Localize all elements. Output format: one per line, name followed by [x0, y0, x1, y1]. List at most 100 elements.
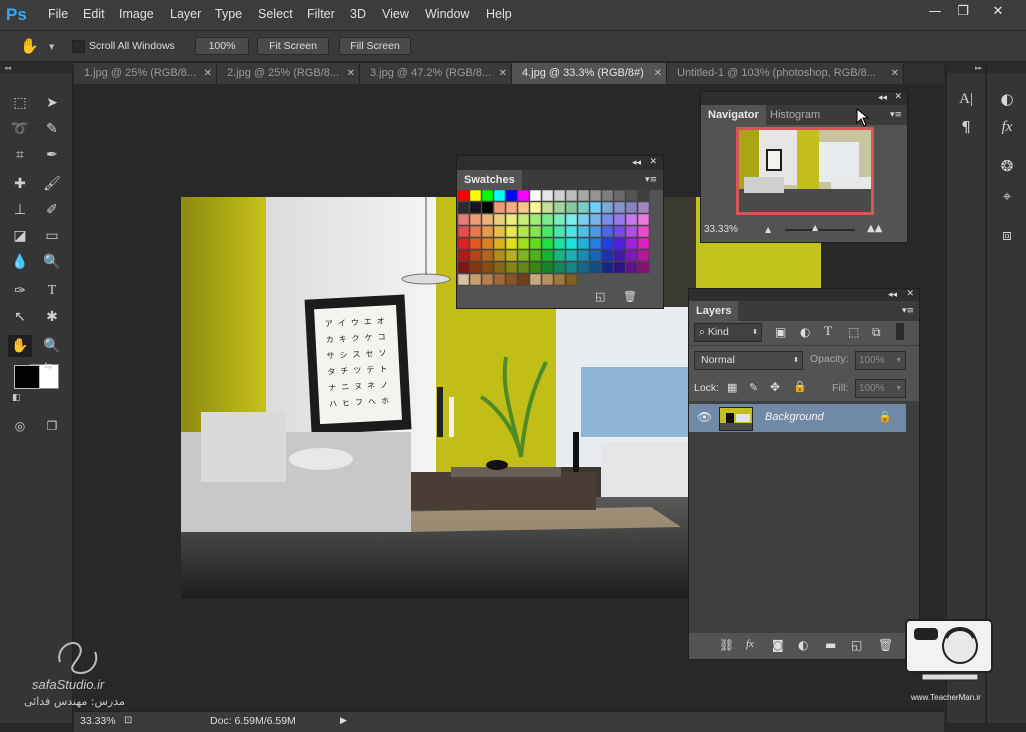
menu-view[interactable]: View [382, 7, 409, 21]
pen-tool-icon[interactable]: ✑ [8, 280, 32, 302]
filter-kind-dropdown[interactable]: ⌕ Kind ⬍ [694, 323, 762, 342]
swatch-cell[interactable] [458, 261, 470, 274]
zoom-tool-icon[interactable]: 🔍 [40, 335, 64, 357]
blur-tool-icon[interactable]: 💧 [8, 251, 32, 273]
swatch-cell[interactable] [517, 249, 530, 262]
swatch-cell[interactable] [541, 237, 554, 250]
tab-2jpg[interactable]: 2.jpg @ 25% (RGB/8... ✕ [217, 63, 360, 84]
history-brush-tool-icon[interactable]: ✐ [40, 199, 64, 221]
menu-help[interactable]: Help [486, 7, 512, 21]
minimize-button[interactable]: — [922, 2, 948, 22]
menu-3d[interactable]: 3D [350, 7, 366, 21]
character-panel-icon[interactable]: A| [952, 87, 980, 111]
navigator-drag-bar[interactable]: ◂◂ ✕ [701, 92, 907, 105]
swatch-cell[interactable] [529, 261, 542, 274]
swatch-cell[interactable] [517, 261, 530, 274]
filter-pixel-icon[interactable]: ▣ [775, 325, 786, 339]
swatch-cell[interactable] [469, 213, 482, 226]
tab-untitled-1[interactable]: Untitled-1 @ 103% (photoshop, RGB/8... ✕ [667, 63, 904, 84]
close-window-button[interactable]: ✕ [980, 2, 1016, 22]
restore-button[interactable]: ❐ [950, 2, 976, 22]
menu-image[interactable]: Image [119, 7, 154, 21]
swatch-cell[interactable] [625, 249, 638, 262]
swatch-cell[interactable] [565, 261, 578, 274]
swatch-cell[interactable] [505, 201, 518, 214]
styles-panel-icon[interactable]: fx [993, 115, 1021, 139]
swatch-cell[interactable] [625, 190, 638, 202]
eraser-tool-icon[interactable]: ◪ [8, 225, 32, 247]
link-layers-icon[interactable]: ⛓ [719, 638, 734, 652]
filter-type-icon[interactable]: T [824, 323, 832, 339]
lasso-tool-icon[interactable]: ➰ [8, 118, 32, 140]
swatch-cell[interactable] [613, 213, 626, 226]
swatch-cell[interactable] [553, 261, 566, 274]
swatch-cell[interactable] [589, 213, 602, 226]
swatch-cell[interactable] [613, 225, 626, 238]
swatch-cell[interactable] [529, 273, 542, 286]
panel-menu-icon[interactable]: ▾≡ [645, 175, 657, 185]
swatch-cell[interactable] [517, 201, 530, 214]
channels-panel-icon[interactable]: ❂ [993, 154, 1021, 178]
status-menu-arrow-icon[interactable]: ▶ [340, 715, 347, 726]
tab-4jpg[interactable]: 4.jpg @ 33.3% (RGB/8#) ✕ [512, 63, 667, 84]
opacity-field[interactable]: 100% ▼ [855, 351, 906, 370]
swatch-cell[interactable] [577, 249, 590, 262]
swatch-cell[interactable] [565, 273, 578, 286]
swatch-cell[interactable] [505, 190, 518, 202]
swatch-cell[interactable] [481, 201, 494, 214]
preset-dropdown-arrow-icon[interactable]: ▼ [49, 43, 54, 51]
lock-position-icon[interactable]: ✥ [770, 380, 780, 394]
swatch-cell[interactable] [458, 249, 470, 262]
layer-row-background[interactable]: 👁 Background 🔒 [689, 404, 906, 432]
swatch-cell[interactable] [565, 249, 578, 262]
swatch-cell[interactable] [529, 201, 542, 214]
collapse-icon[interactable]: ◂◂ [878, 93, 887, 103]
swatch-cell[interactable] [529, 190, 542, 202]
navigator-tab[interactable]: Navigator [701, 105, 766, 125]
swatch-cell[interactable] [577, 237, 590, 250]
foreground-color-swatch[interactable] [14, 365, 40, 389]
path-selection-tool-icon[interactable]: ↖ [8, 306, 32, 328]
navigator-zoom-value[interactable]: 33.33% [704, 224, 738, 235]
swatch-cell[interactable] [458, 213, 470, 226]
menu-select[interactable]: Select [258, 7, 293, 21]
close-tab-icon[interactable]: ✕ [204, 63, 212, 84]
swatch-cell[interactable] [613, 201, 626, 214]
hand-tool-preset-icon[interactable]: ✋ [20, 37, 44, 55]
swatch-cell[interactable] [529, 237, 542, 250]
delete-swatch-icon[interactable]: 🗑 [623, 290, 637, 303]
filter-toggle[interactable] [896, 323, 904, 340]
menu-edit[interactable]: Edit [83, 7, 105, 21]
swatch-cell[interactable] [553, 201, 566, 214]
close-tab-icon[interactable]: ✕ [499, 63, 507, 84]
swatch-cell[interactable] [553, 225, 566, 238]
3d-panel-icon[interactable]: ⧈ [993, 223, 1021, 247]
move-tool-icon[interactable]: ➤ [40, 92, 64, 114]
swatch-cell[interactable] [481, 190, 494, 202]
menu-file[interactable]: File [48, 7, 68, 21]
dock-grip[interactable] [987, 63, 1026, 73]
swatch-cell[interactable] [565, 225, 578, 238]
gradient-tool-icon[interactable]: ▭ [40, 225, 64, 247]
layers-tab[interactable]: Layers [689, 301, 739, 321]
adjustments-panel-icon[interactable]: ◐ [993, 87, 1021, 111]
swatch-cell[interactable] [577, 190, 590, 202]
swatch-cell[interactable] [469, 190, 482, 202]
quick-mask-icon[interactable]: ◎ [8, 415, 32, 437]
swatch-cell[interactable] [541, 213, 554, 226]
swatch-cell[interactable] [589, 261, 602, 274]
swap-colors-icon[interactable]: ⇆ [44, 361, 52, 372]
swatch-cell[interactable] [625, 261, 638, 274]
swatch-cell[interactable] [469, 225, 482, 238]
swatch-cell[interactable] [613, 237, 626, 250]
new-swatch-icon[interactable]: ◱ [595, 290, 605, 303]
swatch-cell[interactable] [493, 225, 506, 238]
layer-name[interactable]: Background [765, 411, 824, 423]
swatch-cell[interactable] [541, 190, 554, 202]
swatch-cell[interactable] [469, 273, 482, 286]
zoom-slider-handle[interactable]: ▲ [812, 223, 818, 232]
swatch-cell[interactable] [553, 273, 566, 286]
fill-field[interactable]: 100% ▼ [855, 379, 906, 398]
swatches-tab[interactable]: Swatches [457, 170, 522, 190]
swatch-cell[interactable] [625, 213, 638, 226]
